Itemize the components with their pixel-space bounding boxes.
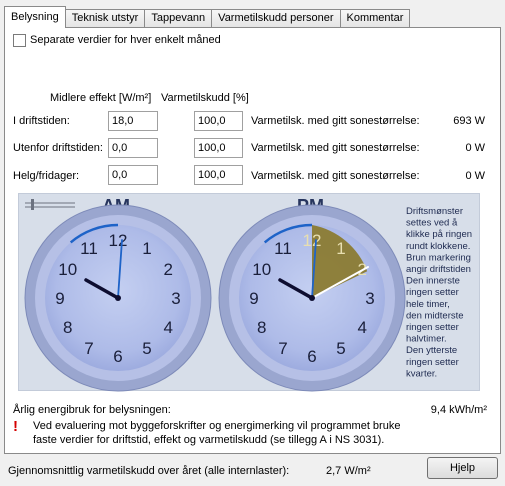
help-text-line: klikke på ringen — [406, 229, 472, 240]
help-text-line: rundt klokkene. — [406, 241, 470, 252]
header-effekt: Midlere effekt [W/m²] — [50, 92, 152, 104]
row-label-driftstid: I driftstiden: — [13, 115, 70, 127]
clocks-svg: AM PM 121234567891011 12123456789 — [24, 196, 472, 392]
help-text-line: Driftsmønster — [406, 206, 463, 217]
tab-belysning[interactable]: Belysning — [4, 6, 66, 28]
header-varmetilskudd: Varmetilskudd [%] — [161, 92, 249, 104]
clock-number-11: 11 — [80, 239, 98, 258]
help-text-line: settes ved å — [406, 218, 458, 229]
varme-driftstid-input[interactable] — [194, 111, 243, 131]
tab-varmetilskudd-personer[interactable]: Varmetilskudd personer — [211, 9, 341, 28]
result-value-driftstid: 693 W — [453, 115, 485, 127]
clock-number-10: 10 — [58, 260, 77, 279]
tab-bar: Belysning Teknisk utstyr Tappevann Varme… — [4, 6, 411, 28]
varme-utenfor-input[interactable] — [194, 138, 243, 158]
clock-number-9: 9 — [249, 289, 258, 308]
result-label-utenfor: Varmetilsk. med gitt sonestørrelse: — [251, 142, 420, 154]
clock-number-2: 2 — [163, 260, 172, 279]
help-text-line: halvtimer. — [406, 334, 447, 345]
result-label-helg: Varmetilsk. med gitt sonestørrelse: — [251, 170, 420, 182]
pm-clock[interactable]: 121234567891011 — [218, 204, 406, 392]
clock-help-text: Driftsmønster settes ved å klikke på ringe… — [406, 206, 472, 379]
separate-months-checkbox[interactable] — [13, 34, 26, 50]
clock-number-3: 3 — [365, 289, 374, 308]
clock-number-5: 5 — [336, 339, 345, 358]
operating-schedule-clocks: AM PM 121234567891011 12123456789 — [18, 193, 480, 392]
clock-number-4: 4 — [163, 318, 172, 337]
clock-number-8: 8 — [257, 318, 266, 337]
tab-teknisk-utstyr[interactable]: Teknisk utstyr — [64, 9, 146, 28]
annual-energy-value: 9,4 kWh/m² — [430, 404, 487, 416]
clock-number-4: 4 — [357, 318, 366, 337]
clock-number-10: 10 — [252, 260, 271, 279]
effekt-utenfor-input[interactable] — [108, 138, 158, 158]
help-text-line: den midterste — [406, 310, 464, 321]
help-text-line: Brun markering — [406, 252, 471, 263]
row-label-utenfor: Utenfor driftstiden: — [13, 142, 103, 154]
average-heat-gain-value: 2,7 W/m² — [326, 465, 371, 477]
clock-number-11: 11 — [274, 239, 292, 258]
warning-icon: ! — [13, 418, 18, 435]
clock-number-7: 7 — [84, 339, 93, 358]
annual-energy-label: Årlig energibruk for belysningen: — [13, 404, 171, 416]
clock-number-1: 1 — [142, 239, 151, 258]
slider-icon[interactable] — [25, 199, 75, 210]
clock-number-3: 3 — [171, 289, 180, 308]
clock-number-5: 5 — [142, 339, 151, 358]
effekt-driftstid-input[interactable] — [108, 111, 158, 131]
tab-kommentar[interactable]: Kommentar — [339, 9, 411, 28]
help-button[interactable]: Hjelp — [427, 457, 498, 479]
clock-number-12: 12 — [303, 231, 322, 250]
tab-tappevann[interactable]: Tappevann — [144, 9, 213, 28]
am-clock[interactable]: 12 12 3 45 6 78 9 1011 — [24, 204, 212, 392]
clock-number-1: 1 — [336, 239, 345, 258]
row-label-helg: Helg/fridager: — [13, 170, 80, 182]
clock-number-6: 6 — [113, 347, 122, 366]
average-heat-gain-label: Gjennomsnittlig varmetilskudd over året … — [8, 465, 290, 477]
warning-text-line-2: faste verdier for driftstid, effekt og v… — [33, 434, 385, 446]
help-text-line: Den innerste — [406, 276, 460, 287]
clock-number-12: 12 — [109, 231, 128, 250]
varme-helg-input[interactable] — [194, 165, 243, 185]
help-text-line: kvarter. — [406, 368, 437, 379]
result-value-utenfor: 0 W — [465, 142, 485, 154]
help-text-line: angir driftstiden — [406, 264, 471, 275]
clock-number-8: 8 — [63, 318, 72, 337]
help-text-line: ringen setter — [406, 357, 459, 368]
clock-number-7: 7 — [278, 339, 287, 358]
result-label-driftstid: Varmetilsk. med gitt sonestørrelse: — [251, 115, 420, 127]
clock-number-6: 6 — [307, 347, 316, 366]
help-text-line: hele timer, — [406, 299, 450, 310]
help-text-line: ringen setter — [406, 287, 459, 298]
effekt-helg-input[interactable] — [108, 165, 158, 185]
result-value-helg: 0 W — [465, 170, 485, 182]
warning-text-line-1: Ved evaluering mot byggeforskrifter og e… — [33, 420, 401, 432]
belysning-panel: Separate verdier for hver enkelt måned M… — [4, 27, 501, 454]
help-text-line: Den ytterste — [406, 345, 457, 356]
help-text-line: ringen setter — [406, 322, 459, 333]
clock-number-9: 9 — [55, 289, 64, 308]
separate-months-label: Separate verdier for hver enkelt måned — [30, 34, 221, 46]
